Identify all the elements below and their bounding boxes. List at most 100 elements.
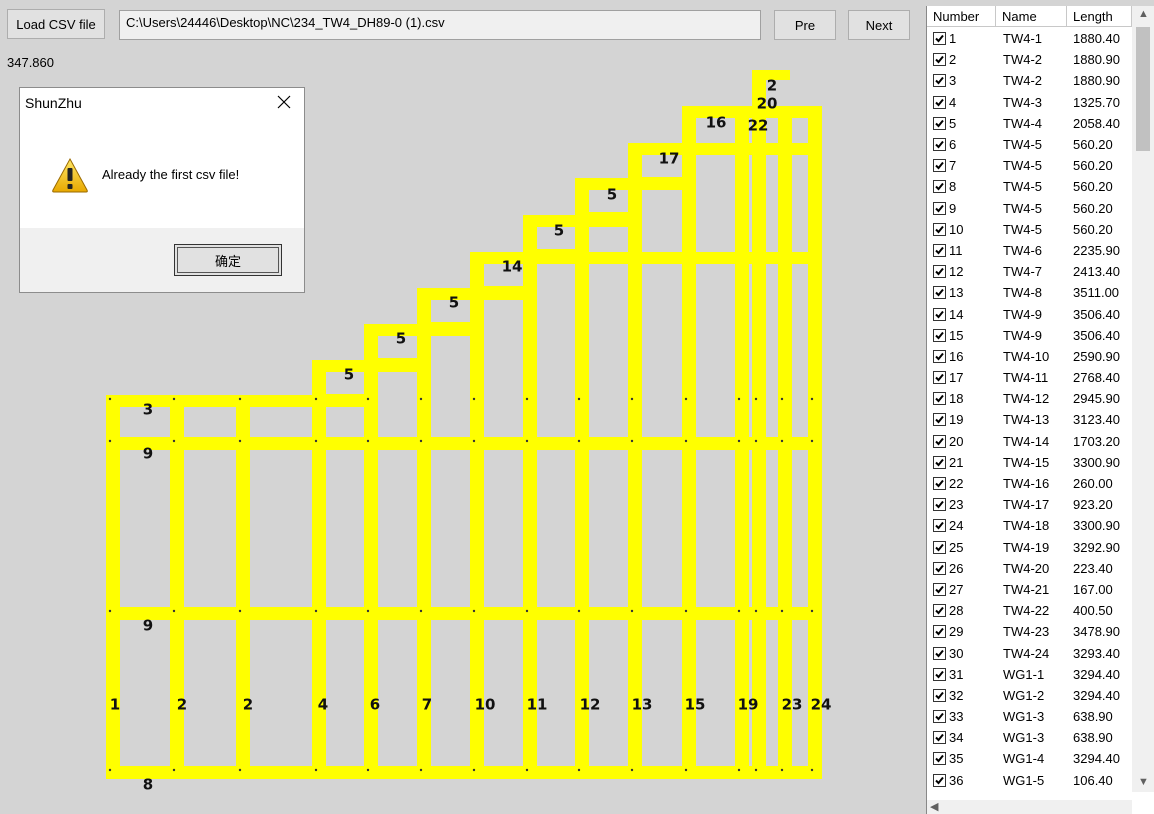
table-row[interactable]: 12 TW4-7 2413.40 [927,261,1132,282]
table-row[interactable]: 18 TW4-12 2945.90 [927,388,1132,409]
row-checkbox[interactable] [933,667,946,681]
scroll-down-icon[interactable]: ▼ [1138,776,1149,788]
header-member [475,286,535,291]
table-row[interactable]: 20 TW4-14 1703.20 [927,431,1132,452]
table-row[interactable]: 32 WG1-2 3294.40 [927,685,1132,706]
table-row[interactable]: 10 TW4-5 560.20 [927,219,1132,240]
node-marker [780,397,784,401]
row-checkbox[interactable] [933,74,946,88]
column-header-length[interactable]: Length [1067,6,1132,27]
table-row[interactable]: 16 TW4-10 2590.90 [927,346,1132,367]
table-row[interactable]: 22 TW4-16 260.00 [927,473,1132,494]
scroll-thumb[interactable] [1136,27,1150,151]
table-row[interactable]: 25 TW4-19 3292.90 [927,537,1132,558]
row-checkbox[interactable] [933,180,946,194]
row-checkbox[interactable] [933,540,946,554]
table-row[interactable]: 11 TW4-6 2235.90 [927,240,1132,261]
table-row[interactable]: 33 WG1-3 638.90 [927,706,1132,727]
row-checkbox[interactable] [933,349,946,363]
table-row[interactable]: 6 TW4-5 560.20 [927,134,1132,155]
ok-button[interactable]: 确定 [174,244,282,276]
number-cell: 1 [927,31,996,46]
row-checkbox[interactable] [933,773,946,787]
row-checkbox[interactable] [933,265,946,279]
row-checkbox[interactable] [933,477,946,491]
row-checkbox[interactable] [933,159,946,173]
row-checkbox[interactable] [933,688,946,702]
node-marker [419,768,423,772]
table-row[interactable]: 31 WG1-1 3294.40 [927,664,1132,685]
horizontal-scrollbar[interactable]: ◀ [927,800,1132,814]
row-checkbox[interactable] [933,434,946,448]
row-checkbox[interactable] [933,455,946,469]
table-row[interactable]: 24 TW4-18 3300.90 [927,515,1132,536]
table-row[interactable]: 8 TW4-5 560.20 [927,176,1132,197]
row-checkbox[interactable] [933,710,946,724]
table-row[interactable]: 3 TW4-2 1880.90 [927,70,1132,91]
table-row[interactable]: 35 WG1-4 3294.40 [927,748,1132,769]
number-cell: 8 [927,179,996,194]
table-row[interactable]: 26 TW4-20 223.40 [927,558,1132,579]
table-row[interactable]: 28 TW4-22 400.50 [927,600,1132,621]
node-marker [737,439,741,443]
row-checkbox[interactable] [933,498,946,512]
length-cell: 3506.40 [1073,327,1120,343]
row-checkbox[interactable] [933,53,946,67]
table-row[interactable]: 15 TW4-9 3506.40 [927,325,1132,346]
table-row[interactable]: 21 TW4-15 3300.90 [927,452,1132,473]
table-row[interactable]: 14 TW4-9 3506.40 [927,303,1132,324]
row-checkbox[interactable] [933,392,946,406]
row-checkbox[interactable] [933,307,946,321]
scroll-left-icon[interactable]: ◀ [930,800,938,813]
table-row[interactable]: 29 TW4-23 3478.90 [927,621,1132,642]
row-checkbox[interactable] [933,561,946,575]
row-checkbox[interactable] [933,371,946,385]
row-checkbox[interactable] [933,286,946,300]
row-checkbox[interactable] [933,752,946,766]
close-icon[interactable] [274,92,294,112]
table-row[interactable]: 23 TW4-17 923.20 [927,494,1132,515]
table-row[interactable]: 30 TW4-24 3293.40 [927,642,1132,663]
row-checkbox[interactable] [933,32,946,46]
table-row[interactable]: 36 WG1-5 106.40 [927,770,1132,791]
row-checkbox[interactable] [933,582,946,596]
vertical-scrollbar[interactable]: ▲ ▼ [1132,6,1154,792]
checkmark-icon [935,225,944,234]
row-checkbox[interactable] [933,413,946,427]
table-row[interactable]: 2 TW4-2 1880.90 [927,49,1132,70]
node-marker [810,609,814,613]
row-number: 3 [949,73,957,89]
row-checkbox[interactable] [933,116,946,130]
table-row[interactable]: 7 TW4-5 560.20 [927,155,1132,176]
number-cell: 25 [927,540,996,555]
table-row[interactable]: 19 TW4-13 3123.40 [927,409,1132,430]
table-row[interactable]: 9 TW4-5 560.20 [927,198,1132,219]
table-row[interactable]: 4 TW4-3 1325.70 [927,92,1132,113]
row-checkbox[interactable] [933,243,946,257]
row-checkbox[interactable] [933,519,946,533]
scroll-up-icon[interactable]: ▲ [1138,8,1149,20]
row-checkbox[interactable] [933,625,946,639]
table-row[interactable]: 27 TW4-21 167.00 [927,579,1132,600]
row-checkbox[interactable] [933,646,946,660]
row-checkbox[interactable] [933,95,946,109]
row-checkbox[interactable] [933,328,946,342]
table-row[interactable]: 13 TW4-8 3511.00 [927,282,1132,303]
table-row[interactable]: 17 TW4-11 2768.40 [927,367,1132,388]
row-checkbox[interactable] [933,604,946,618]
member-label: 5 [449,294,459,312]
member-label: 2 [767,77,777,95]
row-checkbox[interactable] [933,201,946,215]
member-label: 19 [738,696,759,714]
row-checkbox[interactable] [933,138,946,152]
table-row[interactable]: 5 TW4-4 2058.40 [927,113,1132,134]
table-row[interactable]: 34 WG1-3 638.90 [927,727,1132,748]
column-header-name[interactable]: Name [996,6,1067,27]
row-checkbox[interactable] [933,222,946,236]
table-row[interactable]: 1 TW4-1 1880.40 [927,28,1132,49]
column-header-number[interactable]: Number [927,6,996,27]
parts-table[interactable]: Number Name Length 1 TW4-1 1880.40 2 TW4-2 18… [926,6,1154,814]
row-checkbox[interactable] [933,731,946,745]
member-label: 12 [580,696,601,714]
node-marker [630,439,634,443]
